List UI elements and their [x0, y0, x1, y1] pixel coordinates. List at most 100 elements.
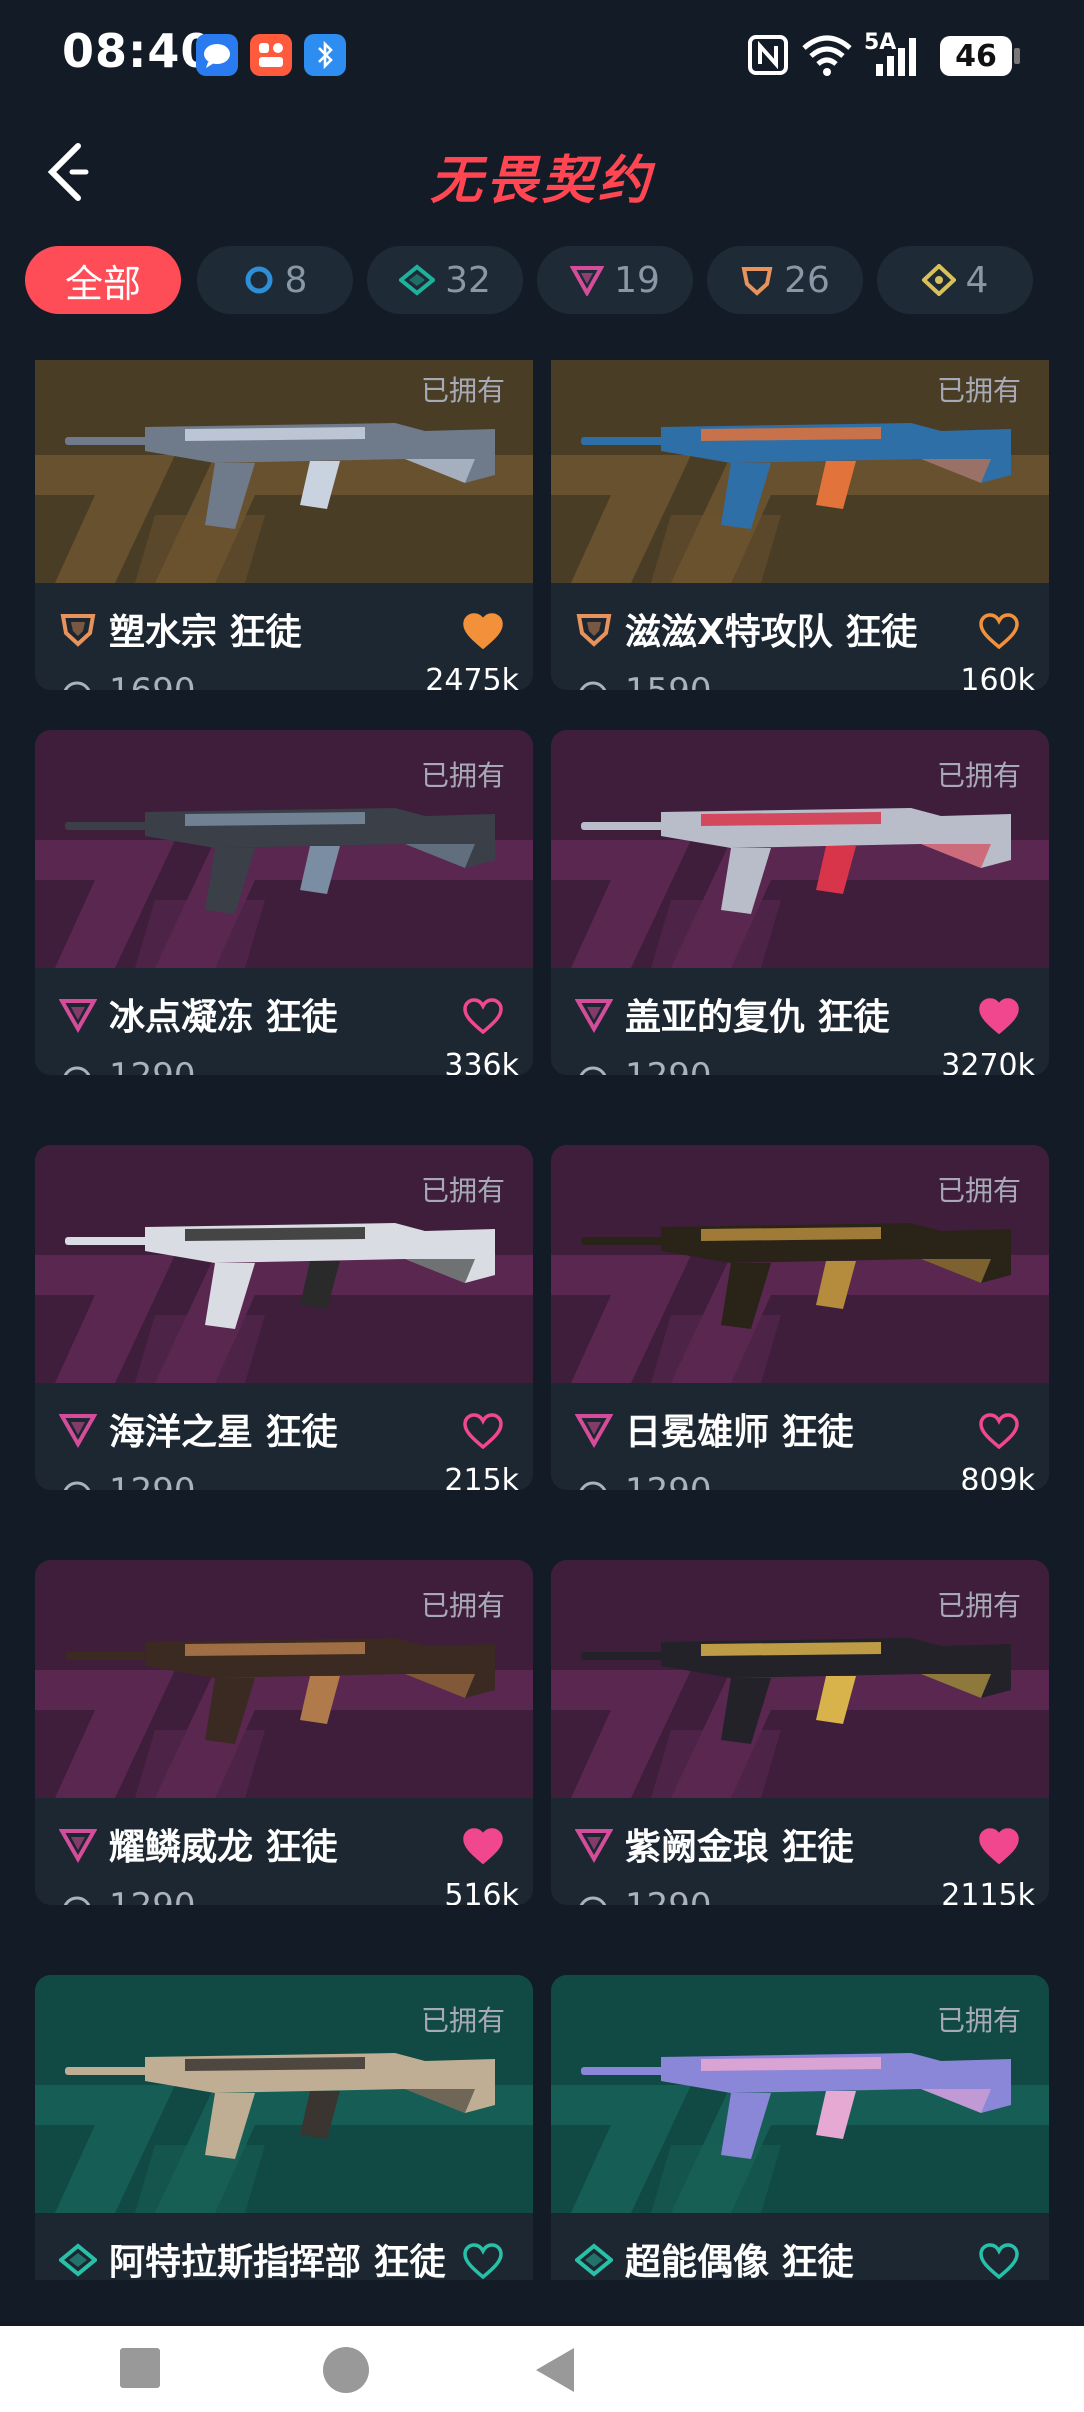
- bluetooth-icon: [304, 34, 346, 76]
- skin-card[interactable]: 已拥有 海洋之星 狂徒 1290 215k: [35, 1145, 533, 1490]
- video-app-icon: [250, 34, 292, 76]
- skin-card[interactable]: 已拥有 日冕雄师 狂徒 1290 809k: [551, 1145, 1049, 1490]
- triangle-tier-icon: [59, 999, 97, 1034]
- vp-currency-icon: [579, 681, 607, 690]
- skin-info: 日冕雄师 狂徒 1290 809k: [551, 1383, 1049, 1490]
- skin-card[interactable]: 已拥有 耀鳞威龙 狂徒 1290 516k: [35, 1560, 533, 1905]
- heart-icon[interactable]: [979, 1413, 1019, 1449]
- rifle-icon: [581, 423, 1011, 529]
- recents-button[interactable]: [118, 2346, 162, 2394]
- signal-icon: [876, 38, 916, 76]
- system-nav-bar: [0, 2326, 1084, 2412]
- heart-icon[interactable]: [463, 998, 503, 1034]
- skin-card[interactable]: 已拥有 盖亚的复仇 狂徒 1290 3270k: [551, 730, 1049, 1075]
- heart-icon[interactable]: [463, 2243, 503, 2279]
- skin-info: 滋滋X特攻队 狂徒 1590 160k: [551, 583, 1049, 690]
- tab-tier-exclusive[interactable]: 26: [707, 246, 863, 314]
- skin-name: 耀鳞威龙 狂徒: [109, 1827, 338, 1868]
- skin-card[interactable]: 已拥有 滋滋X特攻队 狂徒 1590 160k: [551, 360, 1049, 690]
- tab-all[interactable]: 全部: [25, 246, 181, 314]
- pentagon-tier-icon: [741, 267, 773, 296]
- rhombus-tier-icon: [921, 264, 956, 296]
- skin-name: 塑水宗 狂徒: [109, 612, 302, 653]
- heart-icon[interactable]: [463, 613, 503, 649]
- skin-image: 已拥有: [551, 1560, 1049, 1798]
- like-count: 809k: [960, 1463, 1035, 1490]
- skin-price: 1590: [625, 671, 712, 690]
- triangle-tier-icon: [570, 266, 605, 296]
- tab-tier-select[interactable]: 8: [197, 246, 353, 314]
- square-icon: [120, 2348, 160, 2388]
- tab-tier-ultra[interactable]: 4: [877, 246, 1033, 314]
- vp-currency-icon: [63, 681, 91, 690]
- message-app-icon: [196, 34, 238, 76]
- page-title: 无畏契约: [429, 151, 654, 211]
- like-count: 3270k: [941, 1048, 1035, 1075]
- skin-name: 阿特拉斯指挥部 狂徒: [109, 2242, 446, 2280]
- rifle-icon: [65, 1638, 495, 1744]
- skin-name: 盖亚的复仇 狂徒: [625, 997, 890, 1038]
- like-count: 215k: [444, 1463, 519, 1490]
- triangle-tier-icon: [59, 1829, 97, 1864]
- skin-image: 已拥有: [551, 730, 1049, 968]
- vp-currency-icon: [579, 1481, 607, 1490]
- tab-label: 8: [284, 259, 308, 301]
- like-count: 2115k: [941, 1878, 1035, 1905]
- vp-currency-icon: [579, 1066, 607, 1075]
- wifi-icon: [802, 35, 852, 76]
- skin-card[interactable]: 已拥有 超能偶像 狂徒: [551, 1975, 1049, 2280]
- skin-price: 1290: [109, 1056, 196, 1075]
- skin-info: 盖亚的复仇 狂徒 1290 3270k: [551, 968, 1049, 1075]
- tab-label: 32: [445, 259, 491, 301]
- nfc-icon: [748, 35, 788, 75]
- skin-price: 1290: [625, 1886, 712, 1905]
- skin-image: 已拥有: [35, 1145, 533, 1383]
- rifle-icon: [581, 808, 1011, 914]
- skin-name: 紫阙金琅 狂徒: [625, 1827, 854, 1868]
- triangle-tier-icon: [575, 1414, 613, 1449]
- skin-name: 冰点凝冻 狂徒: [109, 997, 338, 1038]
- vp-currency-icon: [63, 1481, 91, 1490]
- circle-icon: [323, 2347, 369, 2393]
- skin-image: 已拥有: [35, 1975, 533, 2213]
- triangle-tier-icon: [59, 1414, 97, 1449]
- skin-info: 紫阙金琅 狂徒 1290 2115k: [551, 1798, 1049, 1905]
- rifle-icon: [581, 1638, 1011, 1744]
- skin-info: 塑水宗 狂徒 1690 2475k: [35, 583, 533, 690]
- tab-tier-premium[interactable]: 19: [537, 246, 693, 314]
- heart-icon[interactable]: [979, 998, 1019, 1034]
- rifle-icon: [65, 423, 495, 529]
- diamond-tier-icon: [59, 2243, 97, 2277]
- skin-card[interactable]: 已拥有 阿特拉斯指挥部 狂徒: [35, 1975, 533, 2280]
- triangle-tier-icon: [575, 999, 613, 1034]
- skin-card[interactable]: 已拥有 冰点凝冻 狂徒 1290 336k: [35, 730, 533, 1075]
- back-nav-button[interactable]: [534, 2346, 578, 2398]
- skin-price: 1290: [625, 1056, 712, 1075]
- like-count: 336k: [444, 1048, 519, 1075]
- skin-image: 已拥有: [551, 360, 1049, 583]
- status-time: 08:40: [62, 24, 214, 78]
- diamond-tier-icon: [399, 264, 436, 296]
- rifle-icon: [581, 2053, 1011, 2159]
- tab-tier-deluxe[interactable]: 32: [367, 246, 523, 314]
- tab-label: 26: [784, 259, 830, 301]
- rifle-icon: [65, 2053, 495, 2159]
- skin-price: 1690: [109, 671, 196, 690]
- heart-icon[interactable]: [979, 613, 1019, 649]
- heart-icon[interactable]: [463, 1828, 503, 1864]
- skin-image: 已拥有: [551, 1145, 1049, 1383]
- heart-icon[interactable]: [463, 1413, 503, 1449]
- skin-name: 海洋之星 狂徒: [109, 1412, 338, 1453]
- heart-icon[interactable]: [979, 2243, 1019, 2279]
- skin-card[interactable]: 已拥有 塑水宗 狂徒 1690 2475k: [35, 360, 533, 690]
- triangle-tier-icon: [575, 1829, 613, 1864]
- ring-tier-icon: [245, 266, 273, 294]
- status-bar: 08:40 5A 46: [0, 0, 1084, 110]
- vp-currency-icon: [63, 1066, 91, 1075]
- home-button[interactable]: [322, 2346, 370, 2398]
- like-count: 2475k: [425, 663, 519, 690]
- skin-card[interactable]: 已拥有 紫阙金琅 狂徒 1290 2115k: [551, 1560, 1049, 1905]
- rifle-icon: [65, 1223, 495, 1329]
- like-count: 160k: [960, 663, 1035, 690]
- heart-icon[interactable]: [979, 1828, 1019, 1864]
